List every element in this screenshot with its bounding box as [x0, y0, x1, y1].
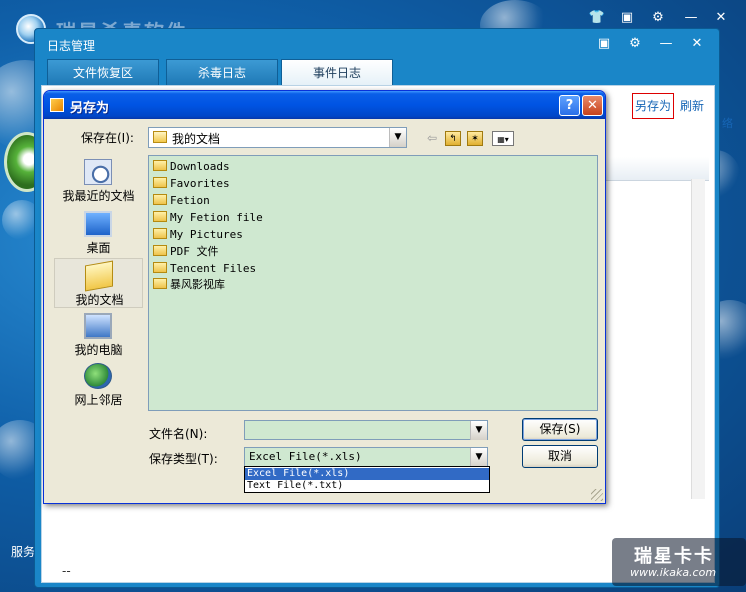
watermark-url: www.ikaka.com: [630, 566, 717, 579]
list-item[interactable]: Downloads: [153, 159, 230, 175]
places-bar: 我最近的文档 桌面 我的文档 我的电脑 网上邻居: [54, 155, 143, 411]
menu-icon[interactable]: ▣: [595, 36, 613, 52]
view-menu-icon[interactable]: ▦▾: [492, 131, 514, 146]
new-folder-icon[interactable]: ✶: [467, 131, 483, 146]
save-as-titlebar: 另存为 ? ✕: [44, 91, 605, 119]
recent-documents-icon: [84, 159, 112, 185]
network-link-partial[interactable]: 络: [722, 115, 733, 131]
folder-icon: [153, 194, 167, 205]
place-label: 我的电脑: [74, 343, 123, 357]
list-item[interactable]: PDF 文件: [153, 244, 219, 260]
folder-icon: [153, 262, 167, 273]
log-manager-titlebar: 日志管理 ▣ ⚙ — ✕: [35, 29, 719, 59]
tab-file-recovery[interactable]: 文件恢复区: [47, 59, 159, 85]
list-item[interactable]: My Fetion file: [153, 210, 263, 226]
log-list-header: [605, 157, 709, 181]
file-type-value: Excel File(*.xls): [249, 450, 362, 463]
dialog-app-icon: [50, 98, 64, 112]
chevron-down-icon[interactable]: ▼: [470, 421, 487, 440]
minimize-icon[interactable]: —: [657, 36, 675, 52]
save-as-dialog: 另存为 ? ✕ 保存在(I): 我的文档 ▼ ⇦ ↰ ✶ ▦▾ 我最近的文档 桌…: [43, 90, 606, 504]
watermark-title: 瑞星卡卡: [634, 546, 714, 567]
tab-virus-log[interactable]: 杀毒日志: [166, 59, 278, 85]
list-item[interactable]: 暴风影视库: [153, 277, 225, 293]
shirt-skin-icon[interactable]: 👕: [588, 10, 606, 26]
list-item[interactable]: Tencent Files: [153, 261, 256, 277]
my-computer-icon: [84, 313, 112, 339]
my-documents-icon: [85, 260, 113, 292]
list-item[interactable]: Fetion: [153, 193, 210, 209]
file-list: Downloads Favorites Fetion My Fetion fil…: [148, 155, 598, 411]
place-label: 网上邻居: [74, 393, 123, 407]
folder-icon: [153, 245, 167, 256]
log-detail-text: --: [62, 564, 71, 578]
help-button[interactable]: ?: [559, 95, 580, 116]
place-network[interactable]: 网上邻居: [54, 359, 143, 409]
folder-icon: [153, 177, 167, 188]
folder-icon: [153, 278, 167, 289]
gear-icon[interactable]: ⚙: [626, 36, 644, 52]
network-places-icon: [84, 363, 112, 389]
place-my-computer[interactable]: 我的电脑: [54, 309, 143, 359]
desktop-icon: [84, 211, 112, 237]
file-type-option[interactable]: Excel File(*.xls): [245, 468, 489, 480]
tab-event-log[interactable]: 事件日志: [281, 59, 393, 85]
log-manager-title: 日志管理: [47, 39, 96, 53]
minimize-icon[interactable]: —: [682, 10, 700, 26]
save-in-value: 我的文档: [172, 132, 221, 146]
save-in-label: 保存在(I):: [81, 131, 134, 145]
place-desktop[interactable]: 桌面: [54, 207, 143, 257]
close-icon[interactable]: ✕: [688, 36, 706, 52]
place-label: 我的文档: [75, 293, 124, 307]
close-icon[interactable]: ✕: [712, 10, 730, 26]
service-status-text: 服务: [11, 545, 36, 559]
place-recent-documents[interactable]: 我最近的文档: [54, 155, 143, 205]
folder-icon: [153, 211, 167, 222]
log-list-scrollbar[interactable]: [691, 179, 705, 499]
place-label: 桌面: [86, 241, 111, 255]
list-item[interactable]: My Pictures: [153, 227, 243, 243]
folder-icon: [153, 160, 167, 171]
gear-icon[interactable]: ⚙: [649, 10, 667, 26]
file-name-label: 文件名(N):: [149, 427, 208, 441]
refresh-link[interactable]: 刷新: [680, 97, 704, 114]
file-name-input[interactable]: ▼: [244, 420, 488, 440]
file-type-label: 保存类型(T):: [149, 452, 218, 466]
place-label: 我最近的文档: [62, 189, 135, 203]
chevron-down-icon[interactable]: ▼: [470, 448, 487, 467]
menu-icon[interactable]: ▣: [618, 10, 636, 26]
place-my-documents[interactable]: 我的文档: [54, 258, 143, 308]
back-arrow-icon[interactable]: ⇦: [424, 131, 440, 146]
close-button[interactable]: ✕: [582, 95, 603, 116]
file-type-dropdown: Excel File(*.xls) Text File(*.txt): [244, 466, 490, 493]
save-button[interactable]: 保存(S): [522, 418, 598, 441]
list-item[interactable]: Favorites: [153, 176, 230, 192]
save-in-combo[interactable]: 我的文档 ▼: [148, 127, 407, 148]
file-type-select[interactable]: Excel File(*.xls) ▼: [244, 447, 488, 467]
watermark: 瑞星卡卡 www.ikaka.com: [612, 538, 746, 586]
up-folder-icon[interactable]: ↰: [445, 131, 461, 146]
cancel-button[interactable]: 取消: [522, 445, 598, 468]
my-documents-icon: [153, 131, 167, 143]
folder-icon: [153, 228, 167, 239]
file-type-option[interactable]: Text File(*.txt): [245, 480, 489, 492]
save-as-title: 另存为: [70, 101, 110, 116]
save-as-link[interactable]: 另存为: [632, 93, 674, 119]
chevron-down-icon[interactable]: ▼: [389, 128, 406, 147]
resize-grip[interactable]: [591, 489, 603, 501]
